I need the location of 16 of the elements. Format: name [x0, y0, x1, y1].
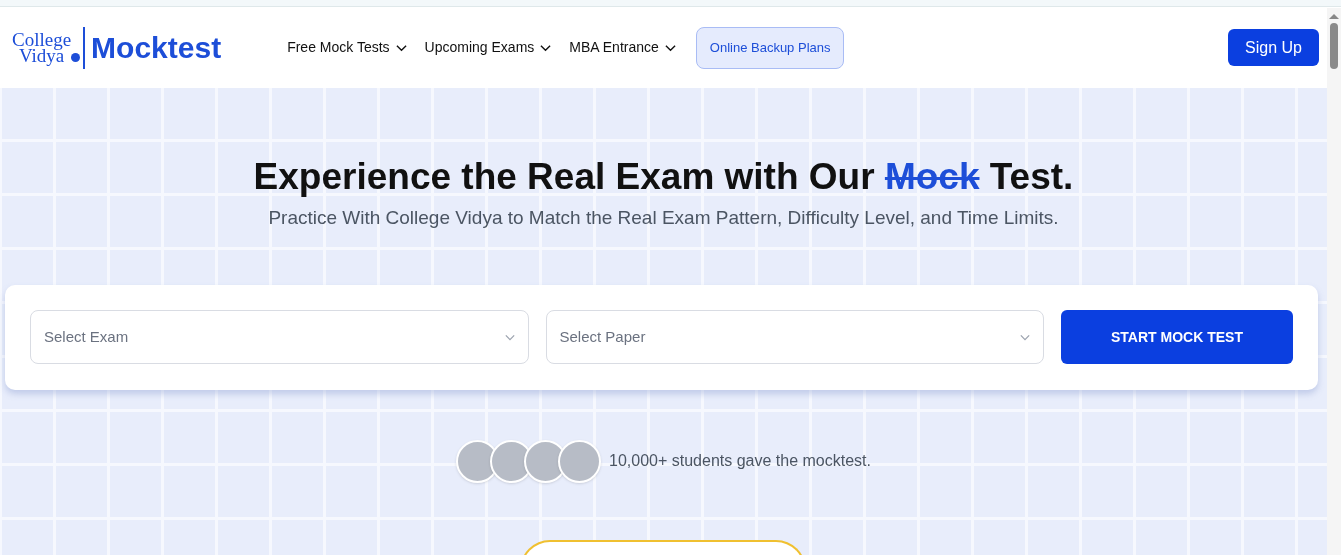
logo-product-name: Mocktest: [91, 30, 222, 66]
online-backup-plans-button[interactable]: Online Backup Plans: [695, 26, 845, 69]
nav-menu[interactable]: MBA Entrance: [569, 37, 676, 58]
select-field[interactable]: Select Exam: [30, 310, 529, 364]
select-field[interactable]: Select Paper: [545, 310, 1044, 364]
nav-menu[interactable]: Upcoming Exams: [424, 37, 552, 58]
social-proof-text: 10,000+ students gave the mocktest.: [609, 451, 871, 471]
start-mock-test-button[interactable]: START MOCK TEST: [1061, 310, 1293, 364]
chevron-down-icon: [1020, 333, 1030, 341]
hero-subtitle: Practice With College Vidya to Match the Real Exam Pattern, Difficulty Level, and Time Limits.: [268, 206, 1059, 230]
hero-title: Experience the Real Exam with Our Mock Test.: [253, 155, 1074, 199]
avatar-photo-placeholder: [558, 439, 601, 483]
chevron-down-icon: [504, 333, 515, 341]
logo-text: College: [12, 31, 72, 48]
nav-menu[interactable]: Free Mock Tests: [287, 37, 407, 58]
sign-up-button[interactable]: Sign Up: [1228, 29, 1319, 66]
